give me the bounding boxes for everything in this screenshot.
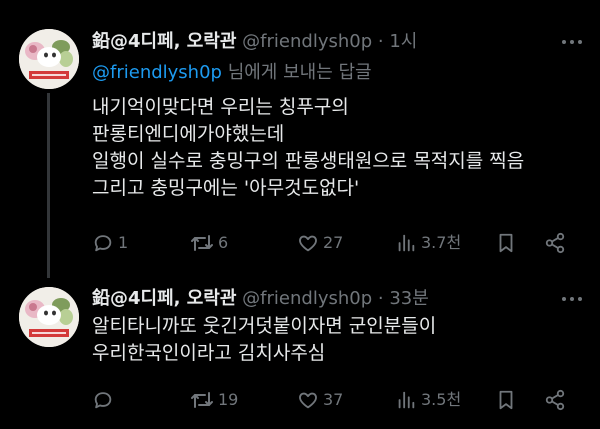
tweet-actions: 19 37 3.5천: [92, 387, 582, 413]
like-button[interactable]: 27: [297, 230, 343, 256]
display-name[interactable]: 鉛@4디페, 오락관: [92, 31, 236, 52]
timeline-feed: 鉛@4디페, 오락관 @friendlysh0p · 1시 @friendlys…: [0, 0, 600, 429]
reply-to-suffix: 님에게 보내는 답글: [221, 62, 372, 83]
share-button[interactable]: [544, 230, 566, 256]
views-bar-chart-icon: [398, 391, 415, 409]
reply-button[interactable]: 1: [92, 230, 128, 256]
share-icon: [545, 389, 565, 411]
bookmark-button[interactable]: [495, 230, 517, 256]
timestamp[interactable]: 1시: [389, 31, 417, 52]
more-dots-icon[interactable]: [558, 30, 586, 54]
tweet-actions: 1 6 27 3.7천: [92, 230, 582, 256]
share-button[interactable]: [544, 387, 566, 413]
tweet-text-line: 그리고 충밍구에는 '아무것도없다': [92, 177, 360, 199]
tweet-text-line: 일행이 실수로 충밍구의 판롱생태원으로 목적지를 찍음: [92, 150, 525, 172]
user-handle[interactable]: @friendlysh0p: [242, 31, 372, 52]
reply-button[interactable]: [92, 387, 118, 413]
tweet-text-line: 판롱티엔디에가야했는데: [92, 123, 285, 145]
thread-connector-line: [47, 93, 50, 278]
reply-count: 1: [118, 233, 129, 252]
display-name[interactable]: 鉛@4디페, 오락관: [92, 288, 236, 309]
tweet-header: 鉛@4디페, 오락관 @friendlysh0p · 33분: [92, 287, 429, 311]
like-count: 27: [323, 233, 344, 252]
retweet-button[interactable]: 6: [190, 230, 228, 256]
retweet-icon: [191, 235, 213, 251]
user-handle[interactable]: @friendlysh0p: [242, 288, 372, 309]
views-bar-chart-icon: [398, 234, 415, 252]
replying-to-line: @friendlysh0p 님에게 보내는 답글: [92, 60, 372, 86]
tweet-header: 鉛@4디페, 오락관 @friendlysh0p · 1시: [92, 30, 417, 54]
retweet-button[interactable]: 19: [190, 387, 238, 413]
avatar[interactable]: [19, 29, 79, 89]
tweet-text-line: 우리한국인이라고 김치사주심: [92, 342, 326, 364]
timestamp[interactable]: 33분: [389, 288, 428, 309]
bookmark-icon: [499, 233, 513, 253]
tweet[interactable]: 鉛@4디페, 오락관 @friendlysh0p · 33분 알티타니까또 웃긴…: [0, 272, 600, 429]
tweet-text: 내기억이맞다면 우리는 칭푸구의 판롱티엔디에가야했는데 일행이 실수로 충밍구…: [92, 94, 524, 202]
heart-icon: [299, 235, 317, 252]
tweet-text-line: 내기억이맞다면 우리는 칭푸구의: [92, 96, 349, 118]
like-count: 37: [323, 390, 344, 409]
separator-dot: ·: [377, 31, 384, 52]
share-icon: [545, 232, 565, 254]
tweet-text: 알티타니까또 웃긴거덧붙이자면 군인분들이 우리한국인이라고 김치사주심: [92, 313, 436, 367]
heart-icon: [299, 392, 317, 409]
bookmark-button[interactable]: [495, 387, 517, 413]
bookmark-icon: [499, 390, 513, 410]
views-button[interactable]: 3.7천: [395, 230, 461, 256]
mention-link[interactable]: @friendlysh0p: [92, 62, 222, 83]
avatar[interactable]: [19, 287, 79, 347]
view-count: 3.5천: [421, 390, 462, 409]
comment-icon: [94, 235, 112, 252]
separator-dot: ·: [377, 288, 384, 309]
retweet-count: 19: [218, 390, 239, 409]
views-button[interactable]: 3.5천: [395, 387, 461, 413]
retweet-icon: [191, 392, 213, 408]
comment-icon: [94, 392, 112, 409]
view-count: 3.7천: [421, 233, 462, 252]
tweet-text-line: 알티타니까또 웃긴거덧붙이자면 군인분들이: [92, 315, 437, 337]
tweet[interactable]: 鉛@4디페, 오락관 @friendlysh0p · 1시 @friendlys…: [0, 0, 600, 278]
retweet-count: 6: [218, 233, 229, 252]
more-dots-icon[interactable]: [558, 287, 586, 311]
like-button[interactable]: 37: [297, 387, 343, 413]
